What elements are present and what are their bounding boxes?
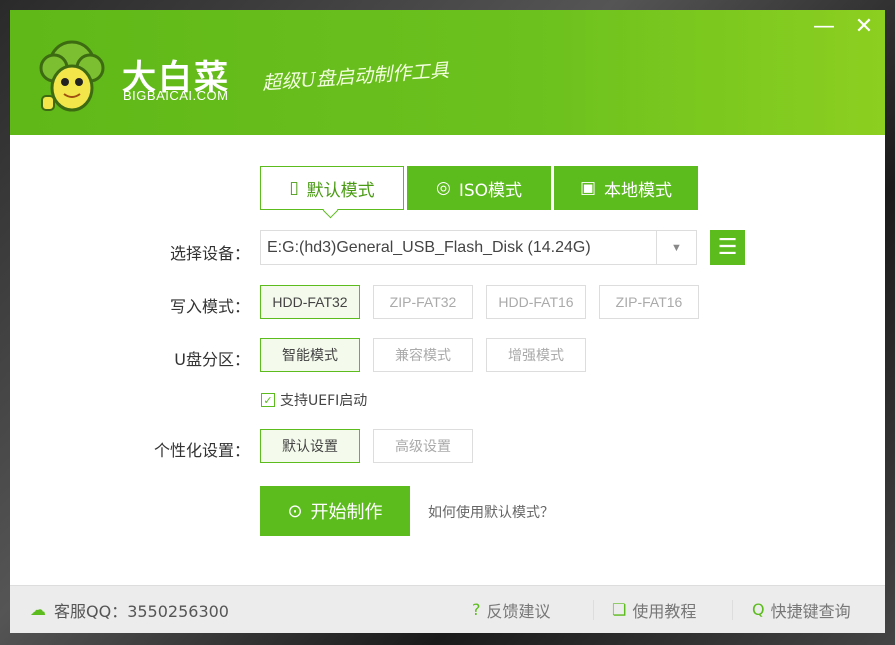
start-label: 开始制作 (311, 498, 383, 524)
close-button[interactable]: ✕ (850, 14, 878, 39)
hamburger-icon: ☰ (718, 235, 738, 260)
start-button[interactable]: ⊙ 开始制作 (260, 486, 410, 536)
usb-icon: ▯ (289, 178, 298, 198)
tab-label: 本地模式 (604, 176, 672, 201)
header: 大白菜 BIGBAICAI.COM 超级U盘启动制作工具 — ✕ (10, 10, 885, 135)
option-hdd-fat32[interactable]: HDD-FAT32 (260, 285, 360, 319)
slogan: 超级U盘启动制作工具 (261, 56, 449, 96)
partition-label: U盘分区： (20, 346, 250, 370)
feedback-link[interactable]: ? 反馈建议 (472, 598, 551, 622)
search-icon: Q (752, 600, 765, 619)
device-value: E:G:(hd3)General_USB_Flash_Disk (14.24G) (267, 239, 591, 257)
option-advanced-settings[interactable]: 高级设置 (373, 429, 473, 463)
device-select[interactable]: E:G:(hd3)General_USB_Flash_Disk (14.24G)… (260, 230, 697, 265)
qq-icon: ☁ (30, 600, 46, 619)
tab-label: 默认模式 (307, 176, 375, 201)
mascot-logo (32, 38, 112, 118)
help-link[interactable]: 如何使用默认模式？ (428, 502, 554, 522)
divider (593, 600, 594, 620)
tutorial-label: 使用教程 (632, 598, 696, 622)
tab-label: ISO模式 (459, 176, 522, 201)
checkmark-icon: ✓ (261, 393, 275, 407)
shortcuts-label: 快捷键查询 (771, 598, 851, 622)
disc-icon: ◎ (436, 178, 451, 198)
chevron-down-icon[interactable]: ▼ (656, 231, 696, 264)
tab-local-mode[interactable]: ▣ 本地模式 (554, 166, 698, 210)
tutorial-link[interactable]: ❏ 使用教程 (612, 598, 696, 622)
uefi-label: 支持UEFI启动 (280, 390, 367, 410)
play-icon: ⊙ (287, 501, 302, 522)
customer-service-qq: ☁ 客服QQ：3550256300 (30, 598, 229, 622)
feedback-icon: ? (472, 600, 481, 619)
brand-domain: BIGBAICAI.COM (123, 88, 228, 103)
feedback-label: 反馈建议 (487, 598, 551, 622)
qq-text: 客服QQ：3550256300 (54, 598, 229, 622)
shortcuts-link[interactable]: Q 快捷键查询 (752, 598, 851, 622)
partition-options: 智能模式 兼容模式 增强模式 (260, 338, 586, 372)
write-mode-label: 写入模式： (20, 293, 250, 317)
tab-iso-mode[interactable]: ◎ ISO模式 (407, 166, 551, 210)
divider (732, 600, 733, 620)
minimize-button[interactable]: — (810, 14, 838, 39)
option-default-settings[interactable]: 默认设置 (260, 429, 360, 463)
device-label: 选择设备： (20, 240, 250, 264)
menu-button[interactable]: ☰ (710, 230, 745, 265)
personal-options: 默认设置 高级设置 (260, 429, 473, 463)
option-zip-fat16[interactable]: ZIP-FAT16 (599, 285, 699, 319)
mode-tabs: ▯ 默认模式 ◎ ISO模式 ▣ 本地模式 (260, 166, 698, 210)
main-window: 大白菜 BIGBAICAI.COM 超级U盘启动制作工具 — ✕ ▯ 默认模式 ◎… (10, 10, 885, 633)
personal-label: 个性化设置： (20, 437, 250, 461)
option-compatible-mode[interactable]: 兼容模式 (373, 338, 473, 372)
tab-default-mode[interactable]: ▯ 默认模式 (260, 166, 404, 210)
monitor-icon: ▣ (580, 178, 596, 198)
footer: ☁ 客服QQ：3550256300 ? 反馈建议 ❏ 使用教程 Q 快捷键查询 (10, 585, 885, 633)
uefi-checkbox[interactable]: ✓ 支持UEFI启动 (261, 390, 367, 410)
option-enhanced-mode[interactable]: 增强模式 (486, 338, 586, 372)
option-smart-mode[interactable]: 智能模式 (260, 338, 360, 372)
book-icon: ❏ (612, 600, 626, 619)
write-mode-options: HDD-FAT32 ZIP-FAT32 HDD-FAT16 ZIP-FAT16 (260, 285, 699, 319)
option-hdd-fat16[interactable]: HDD-FAT16 (486, 285, 586, 319)
option-zip-fat32[interactable]: ZIP-FAT32 (373, 285, 473, 319)
